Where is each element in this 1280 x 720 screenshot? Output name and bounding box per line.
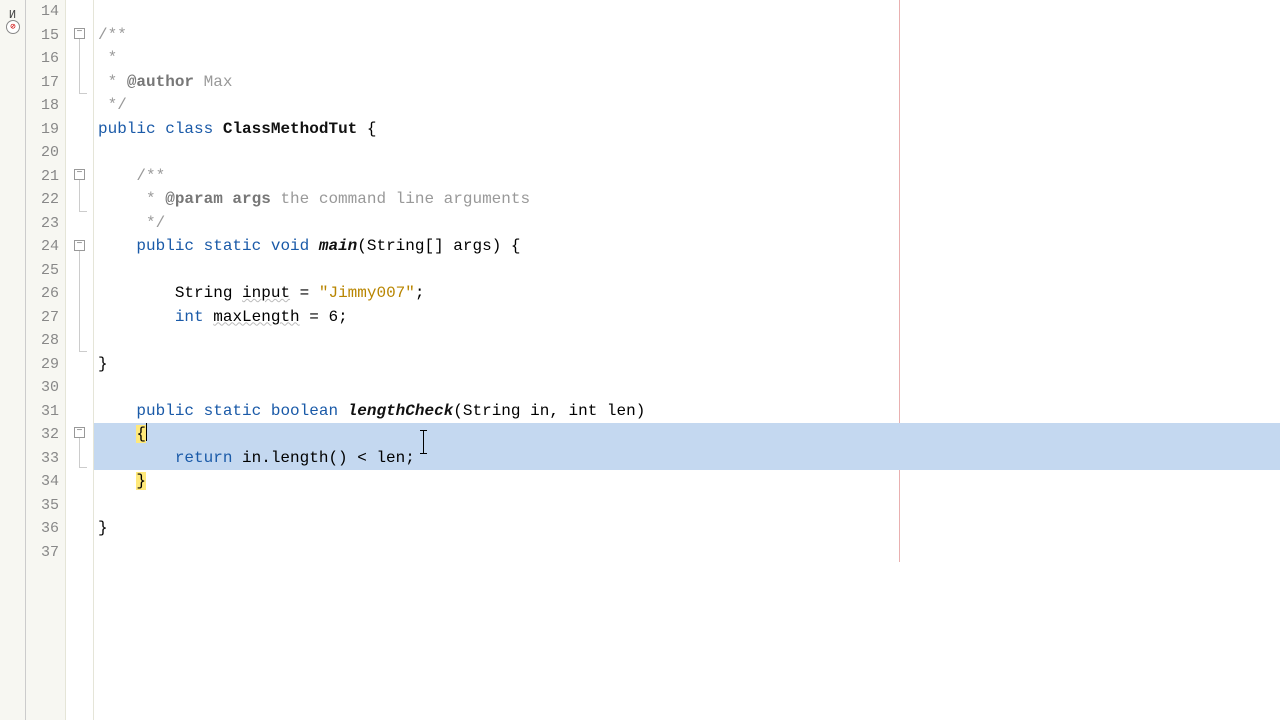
fold-gutter: − − − − — [66, 0, 94, 720]
line-number: 35 — [26, 494, 59, 518]
line-number: 32 — [26, 423, 59, 447]
code-line: } — [94, 470, 1280, 494]
mouse-text-cursor-icon — [423, 430, 424, 454]
line-number: 30 — [26, 376, 59, 400]
line-number: 25 — [26, 259, 59, 283]
code-line: * — [94, 47, 1280, 71]
code-line: public static void main(String[] args) { — [94, 235, 1280, 259]
fold-toggle-icon[interactable]: − — [74, 427, 85, 438]
line-number: 22 — [26, 188, 59, 212]
code-line: int maxLength = 6; — [94, 306, 1280, 330]
code-line: */ — [94, 212, 1280, 236]
code-line: */ — [94, 94, 1280, 118]
line-number: 31 — [26, 400, 59, 424]
line-number: 15 — [26, 24, 59, 48]
code-line: } — [94, 353, 1280, 377]
code-line: * @param args the command line arguments — [94, 188, 1280, 212]
code-line: } — [94, 517, 1280, 541]
code-line: * @author Max — [94, 71, 1280, 95]
line-number: 37 — [26, 541, 59, 565]
navigator-strip: И ⊘ — [0, 0, 26, 720]
fold-toggle-icon[interactable]: − — [74, 240, 85, 251]
line-number: 36 — [26, 517, 59, 541]
code-editor: И ⊘ 14 15 16 17 18 19 20 21 22 23 24 25 … — [0, 0, 1280, 720]
fold-toggle-icon[interactable]: − — [74, 169, 85, 180]
code-line: public static boolean lengthCheck(String… — [94, 400, 1280, 424]
code-text-area[interactable]: /** * * @author Max */ public class Clas… — [94, 0, 1280, 720]
code-line: String input = "Jimmy007"; — [94, 282, 1280, 306]
line-number: 20 — [26, 141, 59, 165]
line-number: 16 — [26, 47, 59, 71]
line-number: 21 — [26, 165, 59, 189]
fold-toggle-icon[interactable]: − — [74, 28, 85, 39]
line-number: 17 — [26, 71, 59, 95]
line-number: 29 — [26, 353, 59, 377]
line-number: 26 — [26, 282, 59, 306]
matched-brace: { — [136, 425, 146, 443]
line-number: 34 — [26, 470, 59, 494]
code-line: return in.length() < len; — [94, 447, 1280, 471]
line-number: 19 — [26, 118, 59, 142]
line-number: 23 — [26, 212, 59, 236]
code-line: /** — [94, 165, 1280, 189]
line-number: 28 — [26, 329, 59, 353]
code-line: { — [94, 423, 1280, 447]
code-line: /** — [94, 24, 1280, 48]
matched-brace: } — [136, 472, 146, 490]
line-number: 27 — [26, 306, 59, 330]
line-number-gutter[interactable]: 14 15 16 17 18 19 20 21 22 23 24 25 26 2… — [26, 0, 66, 720]
line-number: 18 — [26, 94, 59, 118]
code-line: public class ClassMethodTut { — [94, 118, 1280, 142]
line-number: 24 — [26, 235, 59, 259]
line-number: 33 — [26, 447, 59, 471]
error-badge-icon[interactable]: ⊘ — [6, 20, 20, 34]
line-number: 14 — [26, 0, 59, 24]
text-caret — [146, 423, 147, 441]
